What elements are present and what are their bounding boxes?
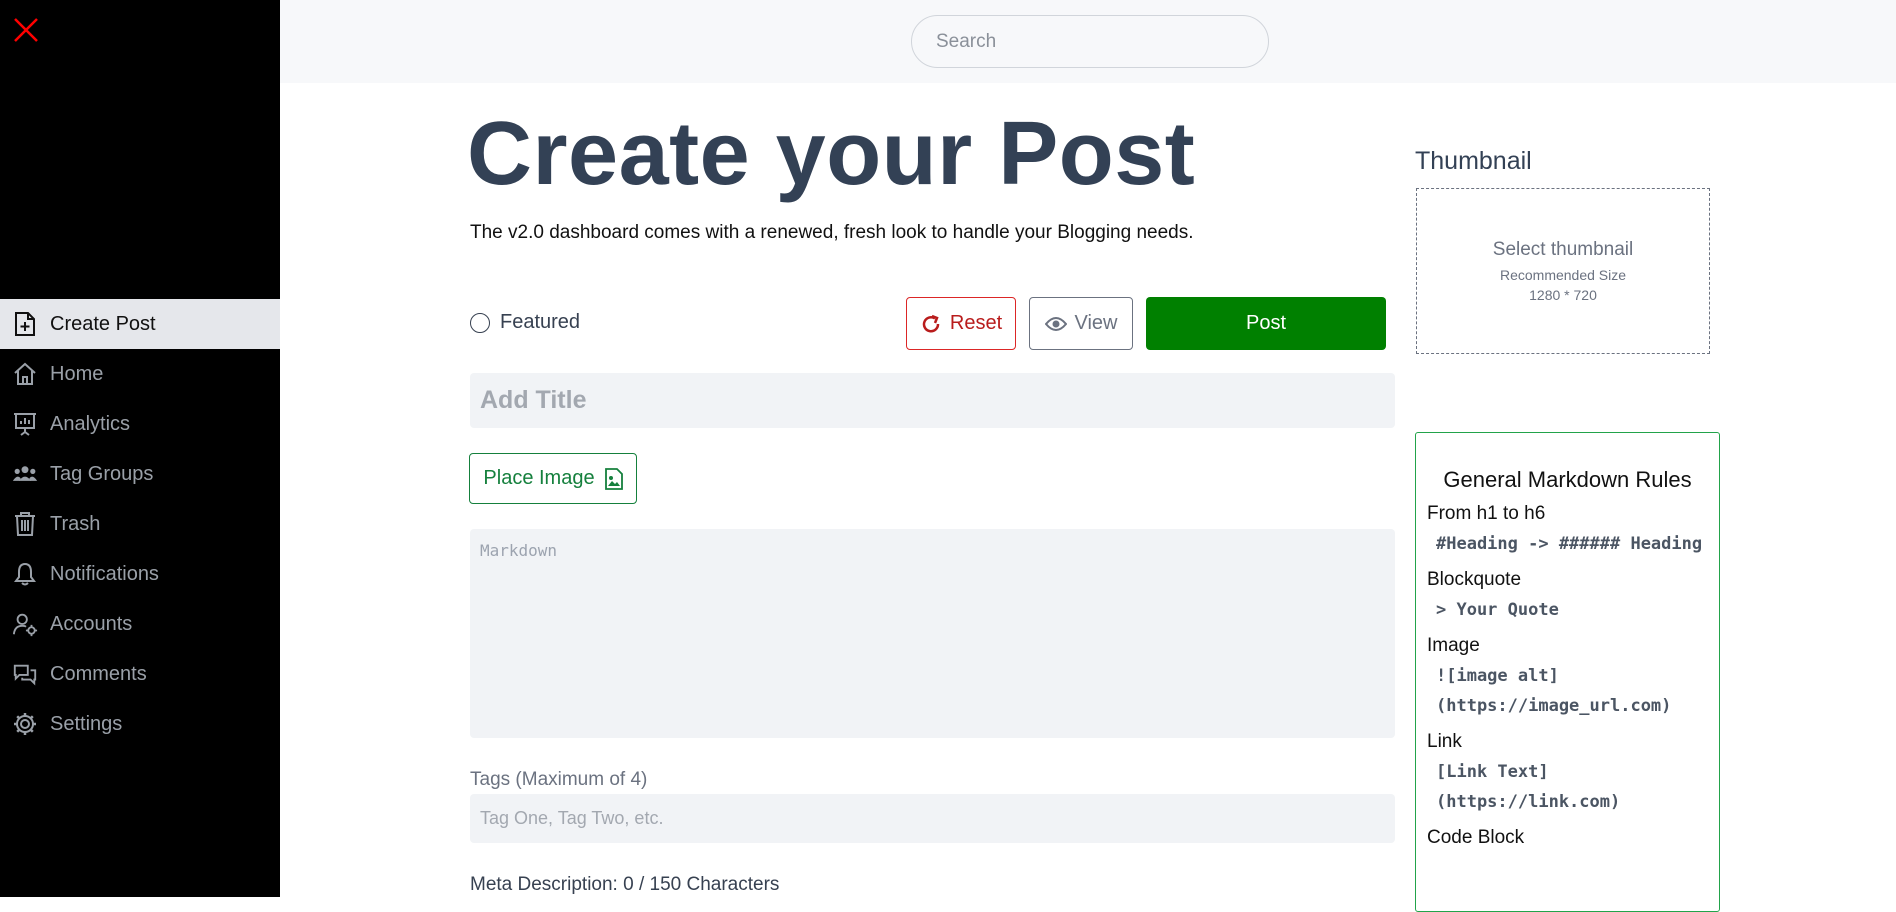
eye-icon [1044,316,1067,332]
rule-item: Link [Link Text] (https://link.com) [1427,731,1719,817]
trash-icon [12,511,38,537]
sidebar-item-notifications[interactable]: Notifications [0,549,280,599]
rule-code: [Link Text] (https://link.com) [1436,762,1621,812]
view-button[interactable]: View [1029,297,1133,350]
sidebar-item-analytics[interactable]: Analytics [0,399,280,449]
user-cog-icon [12,611,38,637]
rule-name: Link [1427,731,1462,752]
rule-code: #Heading -> ###### Heading [1436,534,1703,554]
recommended-size-label: Recommended Size [1499,267,1627,283]
sidebar-item-comments[interactable]: Comments [0,649,280,699]
page-subtitle: The v2.0 dashboard comes with a renewed,… [470,222,1194,243]
rule-name: Code Block [1427,827,1525,848]
sidebar: Create Post Home Analytics Tag Groups Tr… [0,0,280,897]
markdown-editor[interactable] [470,529,1395,738]
reset-button[interactable]: Reset [906,297,1016,350]
sidebar-item-home[interactable]: Home [0,349,280,399]
rule-name: Blockquote [1427,569,1522,590]
sidebar-item-trash[interactable]: Trash [0,499,280,549]
close-icon[interactable] [10,14,42,46]
rule-item: Blockquote > Your Quote [1427,569,1719,625]
sidebar-item-tag-groups[interactable]: Tag Groups [0,449,280,499]
sidebar-item-accounts[interactable]: Accounts [0,599,280,649]
sidebar-nav: Create Post Home Analytics Tag Groups Tr… [0,299,280,749]
search-input[interactable] [911,15,1269,68]
gear-icon [12,711,38,737]
rule-code: > Your Quote [1436,600,1559,620]
sidebar-item-label: Settings [50,712,123,735]
presentation-chart-icon [12,411,38,437]
place-image-label: Place Image [483,467,595,489]
refresh-icon [920,313,942,335]
place-image-button[interactable]: Place Image [469,453,637,504]
sidebar-item-label: Create Post [50,312,156,335]
bell-icon [12,561,38,587]
thumbnail-heading: Thumbnail [1415,147,1532,175]
post-button[interactable]: Post [1146,297,1386,350]
tags-input[interactable] [470,794,1395,843]
sidebar-item-label: Accounts [50,612,133,635]
users-icon [12,461,38,487]
select-thumbnail-label: Select thumbnail [1492,239,1634,260]
rule-item: Code Block [1427,827,1719,849]
tags-label: Tags (Maximum of 4) [470,769,648,790]
reset-label: Reset [949,312,1003,334]
page-title: Create your Post [467,104,1196,204]
sidebar-item-label: Home [50,362,104,385]
home-icon [12,361,38,387]
view-label: View [1074,312,1118,334]
rule-item: Image ![image alt] (https://image_url.co… [1427,635,1719,721]
thumbnail-dropzone[interactable]: Select thumbnail Recommended Size 1280 *… [1416,188,1710,354]
sidebar-item-label: Comments [50,662,147,685]
sidebar-item-create-post[interactable]: Create Post [0,299,280,349]
sidebar-item-label: Tag Groups [50,462,154,485]
sidebar-item-label: Analytics [50,412,131,435]
thumbnail-size-label: 1280 * 720 [1529,287,1597,303]
sidebar-item-label: Notifications [50,562,159,585]
markdown-rules-panel: General Markdown Rules From h1 to h6 #He… [1415,432,1720,912]
rule-name: From h1 to h6 [1427,503,1546,524]
title-input[interactable] [470,373,1395,428]
sidebar-item-settings[interactable]: Settings [0,699,280,749]
featured-label: Featured [500,311,581,333]
rule-item: From h1 to h6 #Heading -> ###### Heading [1427,503,1719,559]
rule-name: Image [1427,635,1480,656]
chat-icon [12,661,38,687]
rule-code: ![image alt] (https://image_url.com) [1436,666,1672,716]
meta-description-label: Meta Description: 0 / 150 Characters [470,874,780,895]
file-plus-icon [12,311,38,337]
image-file-icon [604,467,623,490]
rules-title: General Markdown Rules [1443,467,1692,492]
featured-radio[interactable] [470,312,490,333]
sidebar-item-label: Trash [50,512,101,535]
featured-toggle[interactable]: Featured [470,311,580,334]
